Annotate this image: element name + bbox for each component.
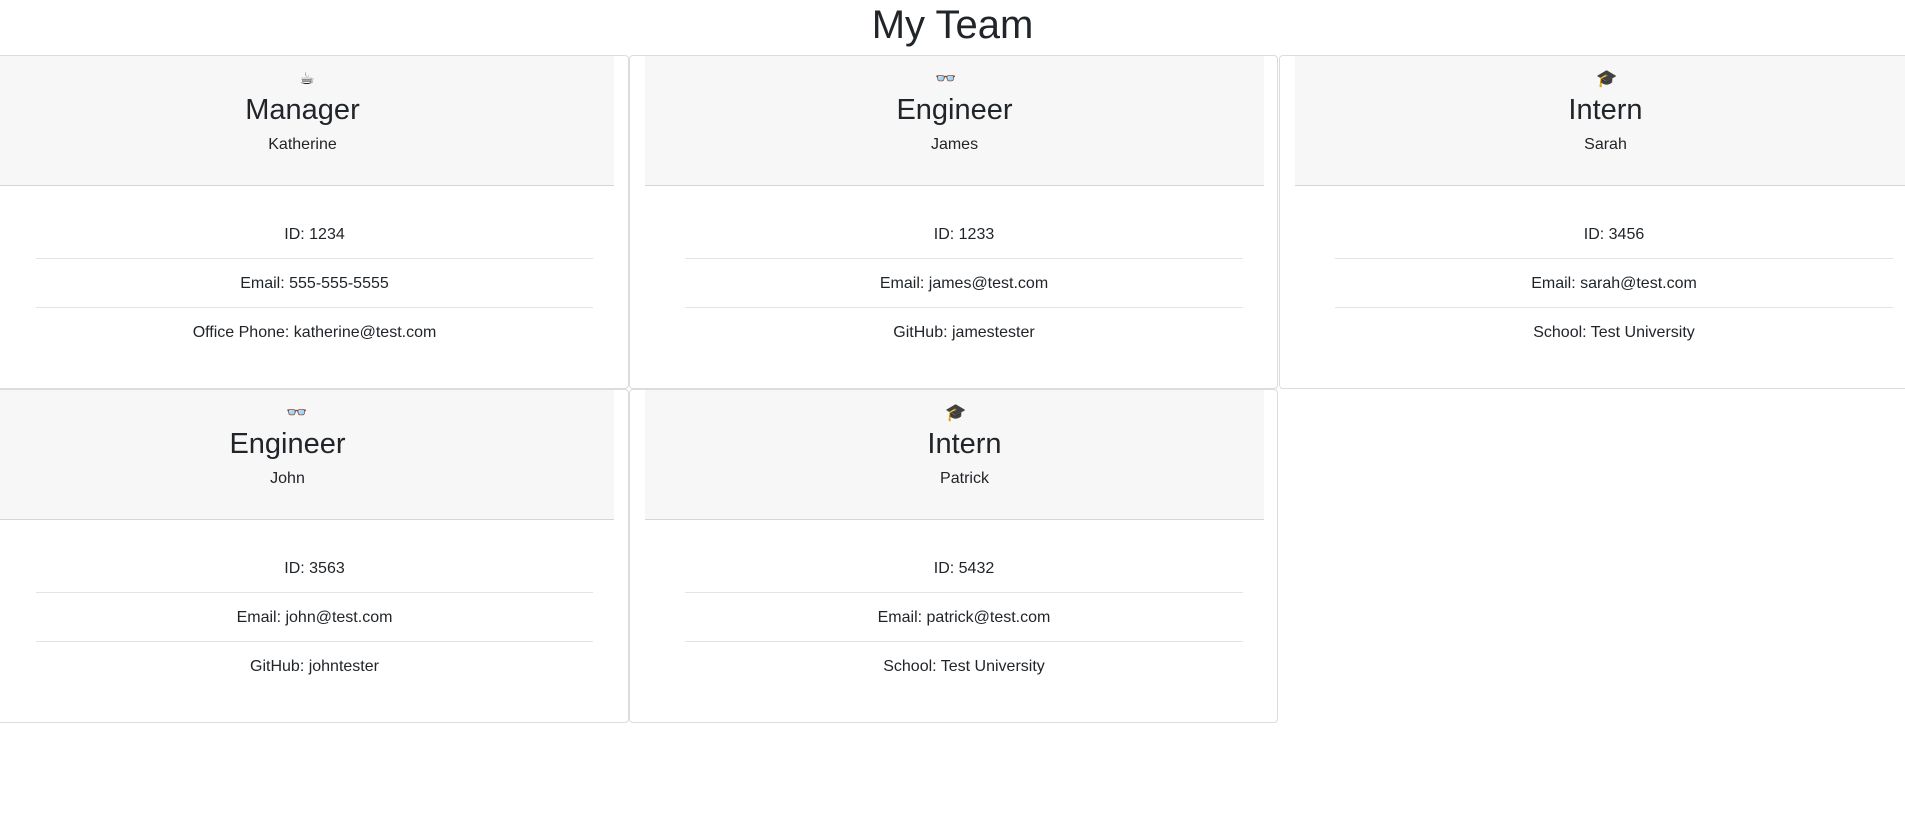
id-item: ID: 1233: [685, 210, 1243, 259]
employee-card: 👓 Engineer James ID: 1233 Email: james@t…: [629, 55, 1278, 389]
id-item: ID: 3563: [36, 544, 593, 593]
glasses-icon: 👓: [286, 403, 308, 422]
detail-list: ID: 1233 Email: james@test.com GitHub: j…: [685, 210, 1243, 357]
email-item: Email: sarah@test.com: [1335, 259, 1893, 308]
coffee-icon: ☕: [299, 69, 315, 88]
member-name: John: [270, 470, 305, 487]
employee-card: 🎓 Intern Sarah ID: 3456 Email: sarah@tes…: [1279, 55, 1905, 389]
employee-card: 👓 Engineer John ID: 3563 Email: john@tes…: [0, 389, 629, 723]
member-name: James: [930, 136, 979, 153]
member-name: Katherine: [268, 136, 337, 153]
id-item: ID: 1234: [36, 210, 593, 259]
detail-list: ID: 1234 Email: 555-555-5555 Office Phon…: [36, 210, 593, 357]
glasses-icon: 👓: [935, 69, 957, 88]
email-item: Email: james@test.com: [685, 259, 1243, 308]
extra-item: GitHub: jamestester: [893, 324, 1035, 341]
role-title: Engineer: [229, 428, 346, 460]
card-header: 🎓 Intern Patrick: [645, 390, 1264, 520]
employee-card: ☕ Manager Katherine ID: 1234 Email: 555-…: [0, 55, 629, 389]
extra-item: Office Phone: katherine@test.com: [192, 324, 437, 341]
employee-card: 🎓 Intern Patrick ID: 5432 Email: patrick…: [629, 389, 1278, 723]
detail-list: ID: 3563 Email: john@test.com GitHub: jo…: [36, 544, 593, 691]
graduation-cap-icon: 🎓: [945, 403, 967, 422]
card-header: 🎓 Intern Sarah: [1295, 56, 1905, 186]
card-header: 👓 Engineer John: [0, 390, 614, 520]
graduation-cap-icon: 🎓: [1596, 69, 1618, 88]
role-title: Intern: [1568, 94, 1643, 126]
id-item: ID: 3456: [1335, 210, 1893, 259]
extra-item: GitHub: johntester: [250, 658, 379, 675]
member-name: Patrick: [940, 470, 989, 487]
card-header: 👓 Engineer James: [645, 56, 1264, 186]
extra-item: School: Test University: [883, 658, 1045, 675]
extra-item: School: Test University: [1533, 324, 1695, 341]
id-item: ID: 5432: [685, 544, 1243, 593]
member-name: Sarah: [1584, 136, 1627, 153]
card-header: ☕ Manager Katherine: [0, 56, 614, 186]
role-title: Manager: [245, 94, 360, 126]
role-title: Engineer: [896, 94, 1013, 126]
email-item: Email: john@test.com: [36, 593, 593, 642]
detail-list: ID: 5432 Email: patrick@test.com School:…: [685, 544, 1243, 691]
email-item: Email: patrick@test.com: [685, 593, 1243, 642]
email-item: Email: 555-555-5555: [36, 259, 593, 308]
role-title: Intern: [927, 428, 1002, 460]
detail-list: ID: 3456 Email: sarah@test.com School: T…: [1335, 210, 1893, 357]
page-title: My Team: [871, 3, 1034, 47]
